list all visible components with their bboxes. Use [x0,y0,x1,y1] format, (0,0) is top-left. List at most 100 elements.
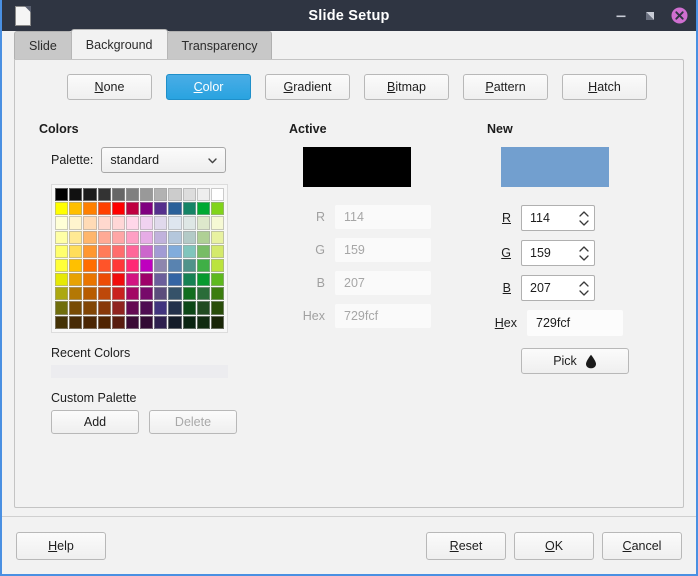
add-color-button[interactable]: Add [51,409,139,434]
palette-swatch[interactable] [55,216,69,230]
tab-background[interactable]: Background [70,29,168,59]
palette-swatch[interactable] [168,202,182,216]
palette-swatch[interactable] [210,188,225,202]
palette-swatch[interactable] [140,315,154,329]
palette-swatch[interactable] [182,315,196,329]
palette-swatch[interactable] [154,301,168,315]
palette-swatch[interactable] [182,244,196,258]
palette-swatch[interactable] [97,273,111,287]
palette-swatch[interactable] [111,216,125,230]
pick-color-button[interactable]: Pick [521,348,629,374]
palette-swatch[interactable] [168,273,182,287]
palette-swatch[interactable] [140,244,154,258]
palette-swatch[interactable] [168,216,182,230]
palette-swatch[interactable] [97,315,111,329]
palette-swatch[interactable] [111,244,125,258]
palette-swatch[interactable] [168,188,182,202]
palette-swatch[interactable] [111,273,125,287]
palette-swatch[interactable] [182,230,196,244]
palette-swatch[interactable] [210,301,225,315]
palette-swatch[interactable] [210,230,225,244]
fill-type-bitmap-button[interactable]: Bitmap [364,74,449,100]
help-button[interactable]: Help [16,531,106,560]
palette-swatch[interactable] [125,216,140,230]
palette-swatch[interactable] [97,258,111,273]
palette-swatch[interactable] [97,188,111,202]
palette-swatch[interactable] [55,315,69,329]
palette-swatch[interactable] [210,315,225,329]
palette-swatch[interactable] [97,216,111,230]
palette-swatch[interactable] [111,202,125,216]
palette-swatch[interactable] [55,230,69,244]
fill-type-pattern-button[interactable]: Pattern [463,74,548,100]
palette-swatch[interactable] [111,315,125,329]
palette-swatch[interactable] [83,301,97,315]
palette-swatch[interactable] [125,230,140,244]
palette-swatch[interactable] [69,188,83,202]
palette-swatch[interactable] [182,202,196,216]
palette-swatch[interactable] [154,188,168,202]
spinner-arrows-icon[interactable] [578,245,590,262]
palette-swatch[interactable] [69,202,83,216]
palette-swatch[interactable] [168,258,182,273]
recent-colors-strip[interactable] [51,364,228,378]
palette-swatch[interactable] [83,188,97,202]
palette-swatch[interactable] [55,273,69,287]
palette-swatch[interactable] [55,244,69,258]
palette-swatch[interactable] [83,273,97,287]
palette-swatch[interactable] [196,244,210,258]
fill-type-hatch-button[interactable]: Hatch [562,74,647,100]
palette-swatch[interactable] [69,258,83,273]
palette-swatch[interactable] [196,273,210,287]
palette-swatch[interactable] [69,301,83,315]
palette-swatch[interactable] [210,258,225,273]
fill-type-none-button[interactable]: None [67,74,152,100]
palette-swatch[interactable] [196,188,210,202]
palette-swatch[interactable] [140,230,154,244]
palette-swatch[interactable] [168,244,182,258]
palette-swatch[interactable] [83,258,97,273]
ok-button[interactable]: OK [514,531,594,560]
spinner-arrows-icon[interactable] [578,210,590,227]
palette-swatch[interactable] [125,287,140,301]
palette-swatch[interactable] [69,216,83,230]
palette-swatch[interactable] [125,188,140,202]
palette-swatch[interactable] [83,230,97,244]
palette-swatch[interactable] [196,315,210,329]
palette-swatch[interactable] [69,230,83,244]
palette-swatch[interactable] [111,287,125,301]
palette-swatch[interactable] [55,287,69,301]
palette-swatch[interactable] [140,202,154,216]
palette-swatch[interactable] [97,301,111,315]
palette-swatch[interactable] [111,230,125,244]
palette-swatch[interactable] [69,244,83,258]
palette-swatch[interactable] [55,301,69,315]
palette-swatch[interactable] [83,202,97,216]
palette-swatch[interactable] [182,188,196,202]
maximize-button[interactable] [641,7,659,25]
palette-swatch[interactable] [125,202,140,216]
spinner-arrows-icon[interactable] [578,280,590,297]
new-hex-input[interactable]: 729fcf [527,310,623,336]
palette-swatch[interactable] [111,188,125,202]
palette-swatch[interactable] [182,287,196,301]
palette-swatch[interactable] [69,287,83,301]
palette-swatch[interactable] [196,202,210,216]
palette-swatch[interactable] [140,188,154,202]
palette-swatch[interactable] [83,315,97,329]
palette-swatch[interactable] [111,301,125,315]
palette-swatch[interactable] [154,273,168,287]
palette-swatch[interactable] [97,244,111,258]
palette-select[interactable]: standard [101,147,227,173]
palette-swatch[interactable] [140,287,154,301]
cancel-button[interactable]: Cancel [602,531,682,560]
palette-swatch[interactable] [210,273,225,287]
new-g-spinner[interactable]: 159 [521,240,595,266]
palette-swatch[interactable] [154,315,168,329]
palette-swatch[interactable] [154,287,168,301]
palette-swatch[interactable] [154,216,168,230]
palette-swatch[interactable] [83,244,97,258]
palette-swatch[interactable] [140,301,154,315]
palette-swatch[interactable] [168,230,182,244]
tab-transparency[interactable]: Transparency [166,31,273,59]
